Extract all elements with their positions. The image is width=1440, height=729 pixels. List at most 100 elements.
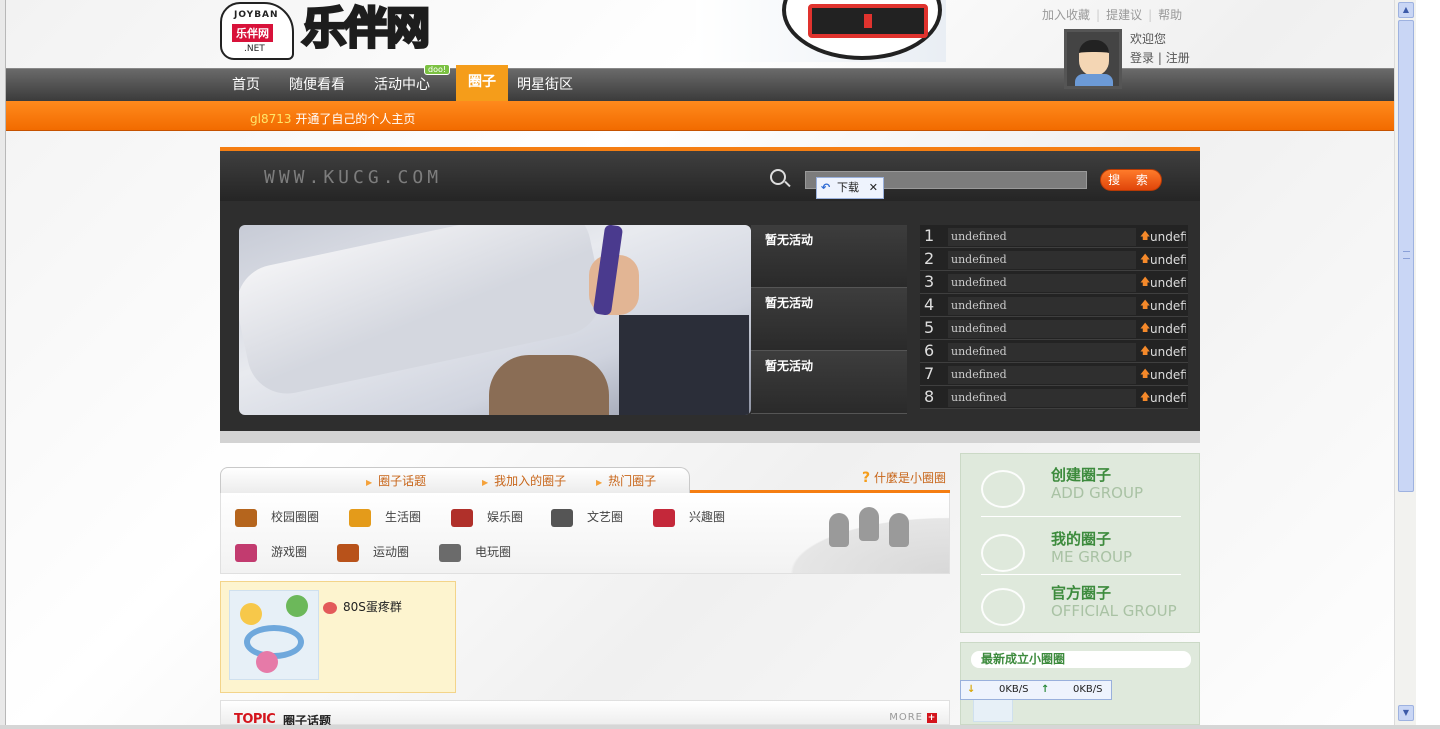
- ranking-row[interactable]: 5 undefined 🡅 undefi: [920, 317, 1188, 340]
- search-row: WWW.KUCG.COM 搜 索 ↶ 下载 ✕: [220, 151, 1200, 201]
- more-link[interactable]: MORE +: [889, 712, 937, 723]
- scroll-up-icon[interactable]: ▲: [1398, 2, 1414, 18]
- search-button[interactable]: 搜 索: [1100, 169, 1162, 191]
- ranking-row[interactable]: 4 undefined 🡅 undefi: [920, 294, 1188, 317]
- ranking-list: 1 undefined 🡅 undefi 2 undefined 🡅 undefi 3 und…: [920, 225, 1188, 415]
- up-arrow-icon: 🡅: [1140, 231, 1151, 242]
- mascot-image: [782, 0, 942, 60]
- activity-item[interactable]: 暂无活动: [751, 288, 907, 351]
- gamepad-icon: [235, 543, 257, 562]
- category-label: 游戏圈: [271, 545, 308, 559]
- ticker-user-link[interactable]: gl8713: [250, 112, 292, 126]
- category-life[interactable]: 生活圈: [349, 508, 421, 527]
- download-tooltip[interactable]: ↶ 下载 ✕: [816, 177, 884, 199]
- category-label: 文艺圈: [587, 510, 624, 524]
- circle-name-label: 80S蛋疼群: [343, 600, 402, 614]
- thumb-figure: [240, 603, 262, 625]
- nav-star-street[interactable]: 明星街区: [505, 69, 585, 102]
- topic-header: TOPIC 圈子话题 MORE +: [220, 700, 950, 725]
- ranking-row[interactable]: 6 undefined 🡅 undefi: [920, 340, 1188, 363]
- transfer-speed-widget[interactable]: ↓ 0KB/S ↑ 0KB/S: [960, 680, 1112, 700]
- rank-value: undefi: [1150, 276, 1186, 290]
- featured-photo[interactable]: [239, 225, 751, 415]
- divider: [981, 574, 1181, 575]
- ball-icon: [337, 543, 359, 562]
- category-label: 电玩圈: [475, 545, 512, 559]
- circle-name[interactable]: 80S蛋疼群: [323, 598, 402, 615]
- category-campus[interactable]: 校园圈圈: [235, 508, 319, 527]
- tab-circle-topics[interactable]: 圈子话题: [366, 472, 426, 489]
- ranking-row[interactable]: 2 undefined 🡅 undefi: [920, 248, 1188, 271]
- category-area: 校园圈圈 生活圈 娱乐圈 文艺圈 兴趣圈 游戏圈 运动圈 电玩圈: [220, 493, 950, 574]
- create-group-link[interactable]: 创建圈子 ADD GROUP: [981, 462, 1181, 518]
- circle-card[interactable]: 80S蛋疼群: [220, 581, 456, 693]
- newest-circles-title: 最新成立小圈圈: [971, 651, 1191, 668]
- rank-number: 7: [924, 364, 935, 383]
- download-arrow-icon: ↓: [967, 684, 976, 695]
- site-logo[interactable]: JOYBAN 乐伴网 .NET 乐伴网: [220, 0, 445, 62]
- rank-name: undefined: [948, 228, 1136, 246]
- avatar-body: [1075, 74, 1113, 86]
- nav-circles[interactable]: 圈子: [456, 65, 508, 102]
- official-group-link[interactable]: 官方圈子 OFFICIAL GROUP: [981, 580, 1181, 636]
- ranking-row[interactable]: 1 undefined 🡅 undefi: [920, 225, 1188, 248]
- rank-number: 1: [924, 226, 935, 245]
- search-icon: [770, 169, 786, 185]
- nav-browse[interactable]: 随便看看: [277, 69, 357, 102]
- main-nav: 首页 随便看看 活动中心 doo! 圈子 明星街区: [6, 64, 1416, 102]
- rank-number: 3: [924, 272, 935, 291]
- ranking-row[interactable]: 3 undefined 🡅 undefi: [920, 271, 1188, 294]
- tab-hot-circles[interactable]: 热门圈子: [596, 472, 656, 489]
- category-sports[interactable]: 运动圈: [337, 543, 409, 562]
- group-panel: 圈子话题 我加入的圈子 热门圈子 ? 什麼是小圈圈 校园圈圈 生活圈 娱乐圈 文…: [220, 467, 950, 574]
- panel-divider: [220, 431, 1200, 443]
- my-group-icon: [981, 534, 1025, 572]
- bookmark-link[interactable]: 加入收藏: [1042, 8, 1090, 22]
- category-arts[interactable]: 文艺圈: [551, 508, 623, 527]
- scrollbar-thumb[interactable]: [1398, 20, 1414, 492]
- scroll-down-icon[interactable]: ▼: [1398, 705, 1414, 721]
- category-interests[interactable]: 兴趣圈: [653, 508, 725, 527]
- rank-number: 6: [924, 341, 935, 360]
- more-label: MORE: [889, 712, 923, 723]
- people-illustration: [749, 503, 949, 573]
- official-group-en: OFFICIAL GROUP: [1051, 602, 1177, 620]
- up-arrow-icon: 🡅: [1140, 392, 1151, 403]
- up-arrow-icon: 🡅: [1140, 369, 1151, 380]
- vertical-scrollbar[interactable]: ▲ ▼: [1394, 0, 1416, 725]
- activity-item[interactable]: 暂无活动: [751, 351, 907, 414]
- feedback-link[interactable]: 提建议: [1106, 8, 1142, 22]
- what-is-circle-link[interactable]: ? 什麼是小圈圈: [862, 469, 946, 486]
- register-link[interactable]: 注册: [1166, 51, 1190, 65]
- up-arrow-icon: 🡅: [1140, 300, 1151, 311]
- upload-arrow-icon: ↑: [1041, 684, 1050, 695]
- close-icon[interactable]: ✕: [869, 178, 878, 198]
- help-link[interactable]: 帮助: [1158, 8, 1182, 22]
- group-tabs: 圈子话题 我加入的圈子 热门圈子 ? 什麼是小圈圈: [220, 467, 950, 493]
- divider: [981, 516, 1181, 517]
- window-frame-bottom: [0, 725, 1440, 729]
- category-games[interactable]: 游戏圈: [235, 543, 307, 562]
- rank-value: undefi: [1150, 391, 1186, 405]
- category-entertainment[interactable]: 娱乐圈: [451, 508, 523, 527]
- ticker-message: 开通了自己的个人主页: [295, 112, 416, 126]
- nav-home[interactable]: 首页: [220, 69, 272, 102]
- newest-circle-thumbnail[interactable]: [973, 698, 1013, 722]
- thumb-figure: [286, 595, 308, 617]
- login-link[interactable]: 登录: [1130, 51, 1154, 65]
- my-group-cn: 我的圈子: [1051, 530, 1112, 548]
- tab-joined-circles[interactable]: 我加入的圈子: [482, 472, 566, 489]
- question-icon: ?: [862, 470, 871, 486]
- sunglasses-graphic: [808, 4, 928, 38]
- ranking-row[interactable]: 7 undefined 🡅 undefi: [920, 363, 1188, 386]
- activity-item[interactable]: 暂无活动: [751, 225, 907, 288]
- notepad-icon: [551, 508, 573, 527]
- top-links: 加入收藏 | 提建议 | 帮助: [1042, 8, 1183, 22]
- up-arrow-icon: 🡅: [1140, 254, 1151, 265]
- category-video-games[interactable]: 电玩圈: [439, 543, 511, 562]
- create-group-en: ADD GROUP: [1051, 484, 1144, 502]
- grip-icon: [1403, 251, 1410, 259]
- category-label: 运动圈: [373, 545, 410, 559]
- ranking-row[interactable]: 8 undefined 🡅 undefi: [920, 386, 1188, 409]
- avatar[interactable]: [1064, 29, 1122, 89]
